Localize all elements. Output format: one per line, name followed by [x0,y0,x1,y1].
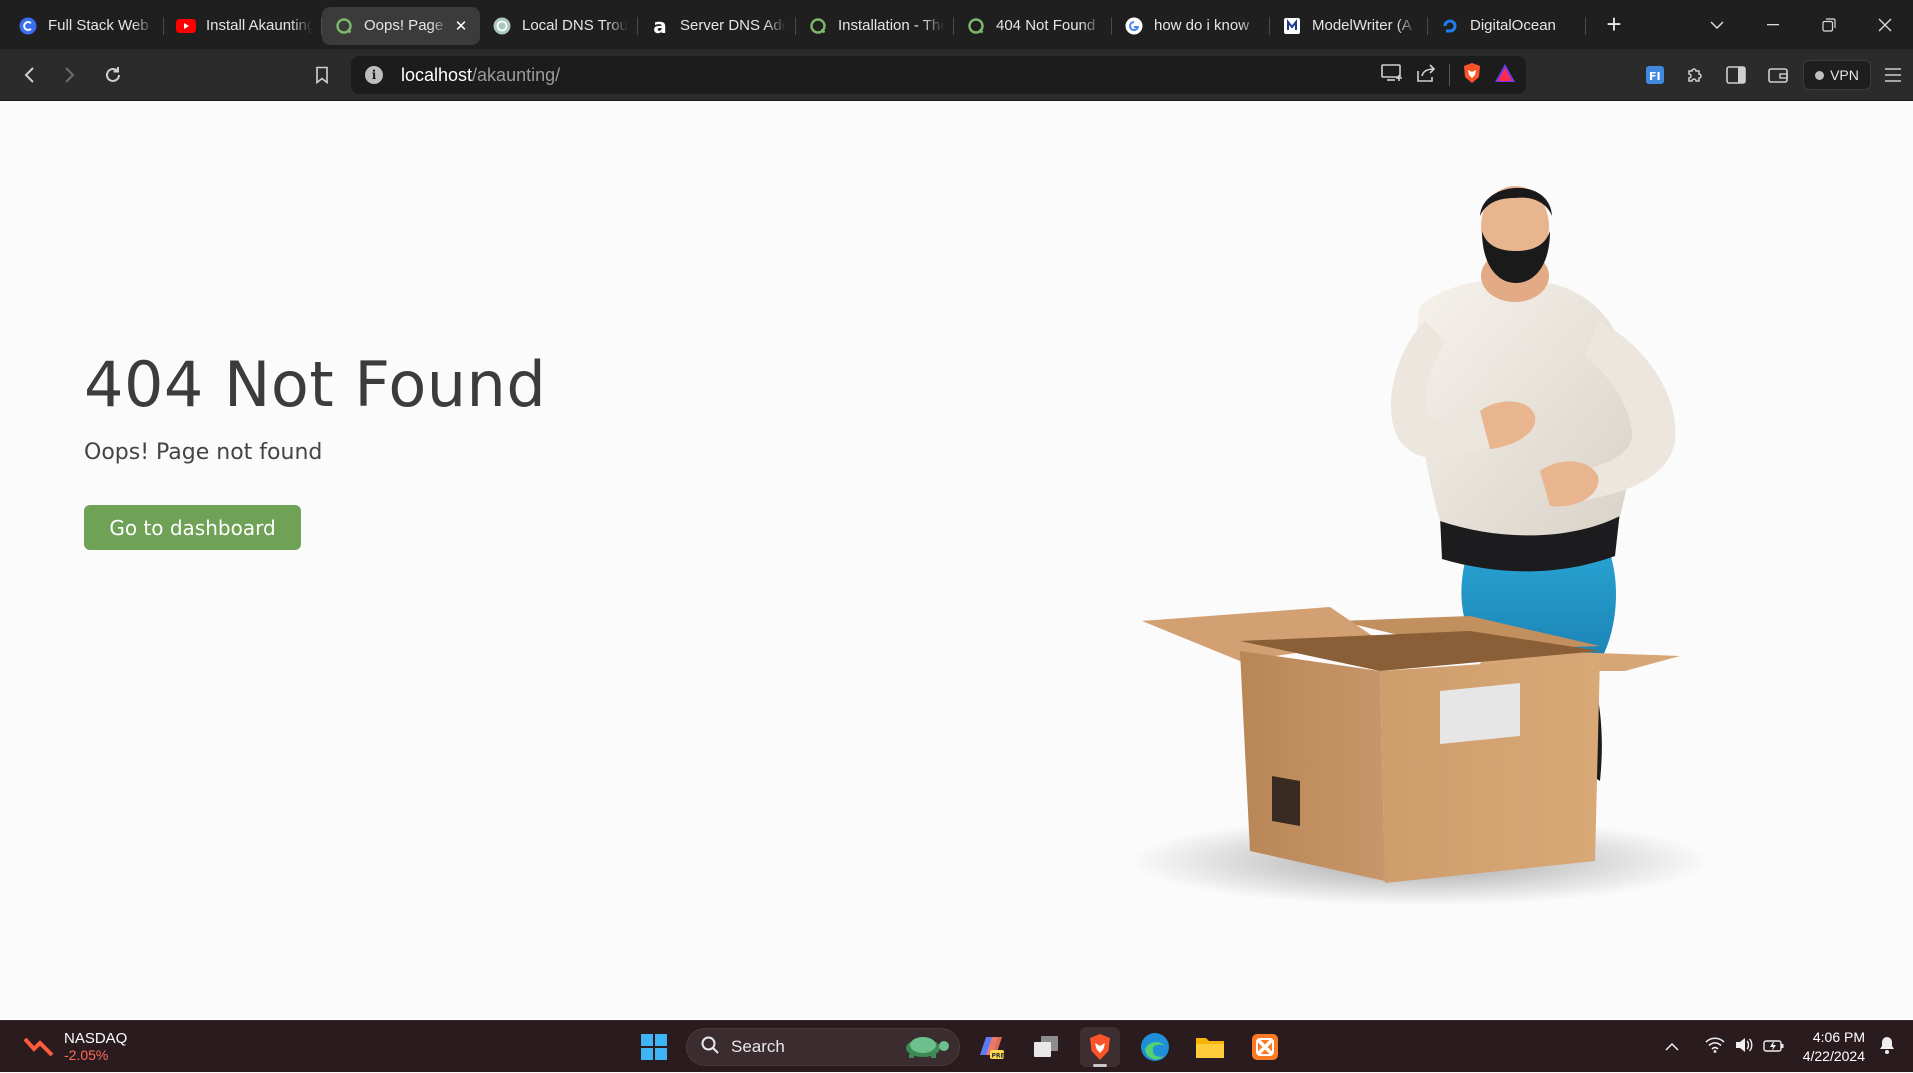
tab-title: Installation - The [838,17,944,34]
tab-title: Server DNS Address [680,17,786,34]
amazon-a-icon: a [653,13,667,38]
battery-charging-icon[interactable] [1763,1037,1785,1058]
search-icon [701,1036,719,1059]
edge-browser-icon[interactable] [1135,1027,1175,1067]
xampp-icon[interactable] [1245,1027,1285,1067]
sidebar-icon[interactable] [1719,58,1753,92]
c-circle-icon [18,16,38,36]
url-text[interactable]: localhost/akaunting/ [401,65,560,86]
tab[interactable]: Local DNS Troubleshooting [480,7,638,45]
translate-extension-icon[interactable]: FI [1638,58,1672,92]
tab[interactable]: Installation - The [796,7,954,45]
stock-chart-icon [23,1034,54,1061]
svg-text:FI: FI [1649,70,1661,83]
close-window-icon[interactable] [1857,0,1913,49]
google-icon [1124,16,1144,36]
task-view-icon[interactable] [1026,1027,1066,1067]
wifi-icon[interactable] [1705,1036,1725,1058]
tab-list: Full Stack Web Development Install Akaun… [0,0,1634,49]
close-tab-icon[interactable]: ✕ [452,17,470,35]
forward-icon[interactable] [53,58,87,92]
cast-icon[interactable] [1381,63,1403,87]
tab-title: ModelWriter (A [1312,17,1412,34]
vpn-label: VPN [1830,67,1859,83]
tab-title: Install Akaunting [206,17,312,34]
copilot-icon[interactable]: PRE [971,1027,1011,1067]
tab-strip: Full Stack Web Development Install Akaun… [0,0,1913,49]
address-bar-actions [1381,56,1516,94]
divider [1449,64,1450,86]
tab[interactable]: Full Stack Web Development [6,7,164,45]
vpn-status-icon [1815,70,1825,80]
clock[interactable]: 4:06 PM 4/22/2024 [1803,1028,1865,1066]
page-subtitle: Oops! Page not found [84,440,323,465]
tab-title: Oops! Page not found [364,17,448,34]
site-info-icon[interactable]: i [365,66,383,84]
restore-icon[interactable] [1801,0,1857,49]
chatgpt-icon [492,16,512,36]
digitalocean-icon [1440,16,1460,36]
tab-title: how do i know [1154,17,1250,34]
page-content: 404 Not Found Oops! Page not found Go to… [0,101,1913,1020]
tab[interactable]: ModelWriter (A [1270,7,1428,45]
tab[interactable]: DigitalOcean [1428,7,1586,45]
akaunting-icon [334,16,354,36]
akaunting-icon [808,16,828,36]
tab[interactable]: Install Akaunting [164,7,322,45]
window-controls [1689,0,1913,49]
akaunting-icon [966,16,986,36]
tab[interactable]: a Server DNS Address [638,7,796,45]
clock-time: 4:06 PM [1812,1029,1865,1045]
tab-active[interactable]: Oops! Page not found ✕ [322,6,480,45]
stock-change: -2.05% [64,1047,109,1063]
url-host: localhost [401,64,473,85]
windows-taskbar: NASDAQ -2.05% Search PRE 4:06 PM 4/22/20… [0,1020,1913,1072]
menu-hamburger-icon[interactable] [1876,58,1910,92]
browser-toolbar: i localhost/akaunting/ FI VPN [0,49,1913,101]
tab[interactable]: 404 Not Found [954,7,1112,45]
taskbar-search[interactable]: Search [686,1028,960,1066]
man-with-box-illustration [1130,186,1710,906]
stock-widget[interactable]: NASDAQ -2.05% [23,1030,128,1064]
tab-title: Full Stack Web Development [48,17,154,34]
tab-title: 404 Not Found [996,17,1096,34]
notification-bell-icon[interactable] [1879,1036,1895,1059]
stock-name: NASDAQ [64,1030,128,1047]
share-icon[interactable] [1415,63,1437,88]
tab-divider [1585,16,1586,35]
search-label: Search [731,1037,785,1056]
file-explorer-icon[interactable] [1190,1027,1230,1067]
brave-browser-taskbar-icon[interactable] [1080,1027,1120,1067]
clock-date: 4/22/2024 [1802,1048,1865,1064]
modelwriter-icon [1282,16,1302,36]
volume-icon[interactable] [1735,1037,1753,1058]
brave-shields-icon[interactable] [1462,62,1482,89]
system-tray: 4:06 PM 4/22/2024 [1665,1021,1913,1073]
tab-search-chevron-icon[interactable] [1689,0,1745,49]
chevron-up-icon[interactable] [1665,1038,1679,1056]
windows-start-icon[interactable] [634,1027,674,1067]
minimize-icon[interactable] [1745,0,1801,49]
vpn-button[interactable]: VPN [1803,60,1871,90]
reload-icon[interactable] [96,58,130,92]
url-path: /akaunting/ [472,64,561,85]
youtube-icon [176,16,196,36]
page-title: 404 Not Found [84,348,547,421]
extensions-puzzle-icon[interactable] [1678,58,1712,92]
wallet-icon[interactable] [1761,58,1795,92]
svg-text:PRE: PRE [992,1053,1005,1060]
new-tab-button[interactable]: + [1594,5,1634,45]
back-icon[interactable] [12,58,46,92]
turtle-search-highlight-icon [897,1031,951,1064]
brave-rewards-icon[interactable] [1494,63,1516,88]
tab[interactable]: how do i know [1112,7,1270,45]
go-to-dashboard-button[interactable]: Go to dashboard [84,505,301,550]
bookmark-icon[interactable] [305,58,339,92]
tab-title: Local DNS Troubleshooting [522,17,628,34]
tab-title: DigitalOcean [1470,17,1556,34]
address-bar[interactable]: i localhost/akaunting/ [351,56,1526,94]
